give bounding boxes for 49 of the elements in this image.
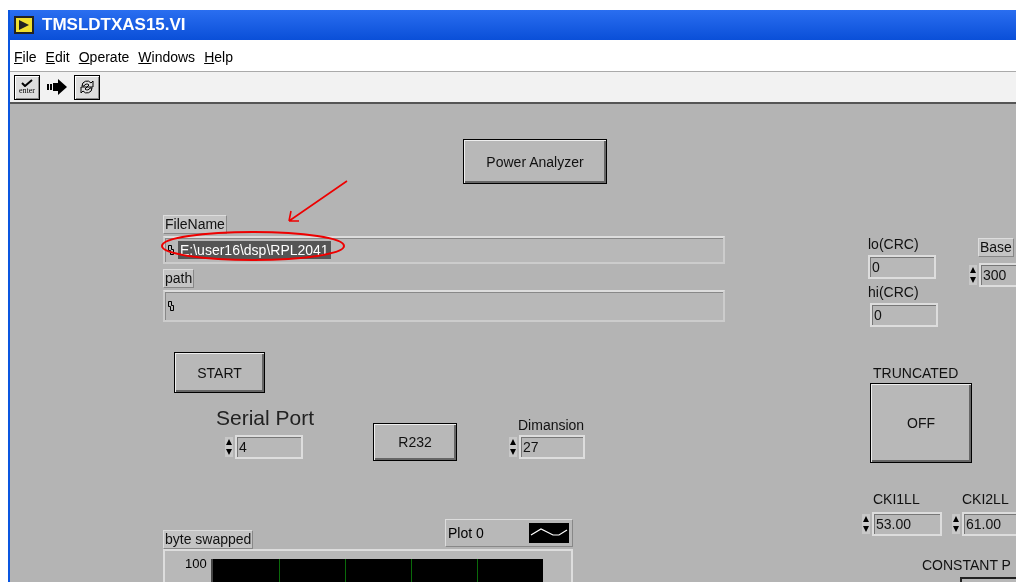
menu-item[interactable]: Operate	[78, 49, 130, 65]
panel-button[interactable]: R232	[373, 423, 457, 461]
spinner-icon[interactable]	[225, 437, 233, 457]
spinner-icon[interactable]	[952, 514, 960, 534]
menu-item[interactable]: Edit	[45, 49, 70, 65]
numeric-field[interactable]: 61.00	[962, 512, 1016, 536]
field-label: hi(CRC)	[868, 284, 919, 301]
field-label: FileName	[163, 215, 227, 234]
run-arrow-icon[interactable]	[46, 77, 68, 97]
path-field[interactable]: E:\user16\dsp\RPL2041	[163, 236, 725, 264]
spinner-icon[interactable]	[509, 437, 517, 457]
field-label: CKI1LL	[873, 491, 920, 508]
menu-item[interactable]: File	[14, 49, 37, 65]
menu-item[interactable]: Windows	[138, 49, 196, 65]
panel-button[interactable]: Power Analyzer	[463, 139, 607, 184]
checkmark-icon	[20, 79, 34, 87]
line-style-icon	[529, 523, 569, 543]
numeric-field[interactable]: 300	[979, 263, 1016, 287]
field-label: CONSTANT P	[922, 557, 1011, 574]
field-label: Serial Port	[216, 406, 315, 430]
field-label: lo(CRC)	[868, 236, 919, 253]
field-label: path	[163, 269, 195, 288]
numeric-field[interactable]: 0	[870, 303, 938, 327]
field-label: CKI2LL	[962, 491, 1009, 508]
panel-button[interactable]: START	[174, 352, 265, 393]
circular-arrows-icon	[78, 78, 96, 96]
annotation-arrow	[285, 179, 349, 225]
menu-item[interactable]: Help	[204, 49, 233, 65]
spinner-icon[interactable]	[969, 265, 977, 285]
field-label: Dimansion	[518, 417, 585, 434]
run-continuously-button[interactable]	[74, 74, 100, 100]
path-icon	[168, 301, 174, 311]
play-icon	[14, 16, 34, 34]
toggle-button[interactable]: OFF	[870, 383, 972, 463]
graph-label: byte swapped	[163, 530, 254, 549]
path-value: E:\user16\dsp\RPL2041	[178, 241, 331, 259]
numeric-field[interactable]: 53.00	[872, 512, 942, 536]
axis-tick-label: 100	[185, 557, 207, 571]
window-title: TMSLDTXAS15.VI	[42, 15, 186, 35]
enter-button[interactable]: enter	[14, 74, 40, 100]
field-label: Base	[978, 238, 1014, 257]
numeric-field[interactable]: 4	[235, 435, 303, 459]
numeric-field[interactable]: 27	[519, 435, 585, 459]
path-icon	[168, 245, 174, 255]
numeric-field[interactable]: 0	[868, 255, 936, 279]
spinner-icon[interactable]	[862, 514, 870, 534]
plot-name: Plot 0	[448, 525, 484, 541]
field-label: TRUNCATED	[873, 365, 959, 382]
path-field[interactable]	[163, 290, 725, 322]
